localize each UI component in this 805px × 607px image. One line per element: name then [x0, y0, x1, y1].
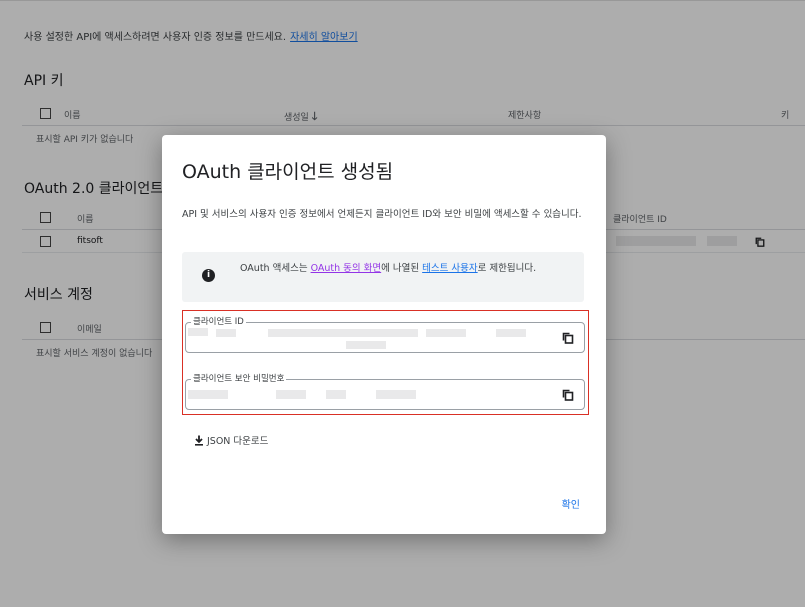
download-icon: [195, 435, 203, 446]
info-text-middle: 에 나열된: [381, 263, 423, 274]
client-secret-field[interactable]: 클라이언트 보안 비밀번호: [185, 373, 585, 410]
redacted-value: [188, 390, 228, 399]
info-callout: i OAuth 액세스는 OAuth 동의 화면에 나열된 테스트 사용자로 제…: [182, 252, 584, 302]
download-json-button[interactable]: JSON 다운로드: [194, 433, 268, 447]
client-id-field[interactable]: 클라이언트 ID: [185, 316, 585, 353]
copy-icon[interactable]: [562, 332, 574, 344]
info-text: OAuth 액세스는 OAuth 동의 화면에 나열된 테스트 사용자로 제한됩…: [240, 261, 570, 277]
client-secret-label: 클라이언트 보안 비밀번호: [191, 373, 287, 385]
oauth-client-created-dialog: OAuth 클라이언트 생성됨 API 및 서비스의 사용자 인증 정보에서 언…: [162, 135, 606, 534]
redacted-value: [346, 341, 386, 349]
oauth-consent-screen-link[interactable]: OAuth 동의 화면: [311, 263, 382, 274]
dialog-description: API 및 서비스의 사용자 인증 정보에서 언제든지 클라이언트 ID와 보안…: [182, 209, 582, 220]
redacted-value: [188, 328, 208, 336]
redacted-value: [376, 390, 416, 399]
copy-icon[interactable]: [562, 389, 574, 401]
redacted-value: [268, 329, 418, 337]
test-users-link[interactable]: 테스트 사용자: [422, 263, 477, 274]
redacted-value: [216, 329, 236, 337]
info-icon: i: [202, 269, 215, 282]
redacted-value: [276, 390, 306, 399]
credentials-highlight-frame: 클라이언트 ID 클라이언트 보안 비밀번호: [182, 310, 589, 415]
redacted-value: [326, 390, 346, 399]
confirm-button[interactable]: 확인: [562, 496, 580, 511]
redacted-value: [496, 329, 526, 337]
client-id-label: 클라이언트 ID: [191, 316, 246, 328]
redacted-value: [426, 329, 466, 337]
info-text-suffix: 로 제한됩니다.: [477, 263, 537, 274]
info-text-prefix: OAuth 액세스는: [240, 263, 311, 274]
dialog-title: OAuth 클라이언트 생성됨: [182, 161, 394, 183]
download-json-label: JSON 다운로드: [207, 436, 269, 447]
